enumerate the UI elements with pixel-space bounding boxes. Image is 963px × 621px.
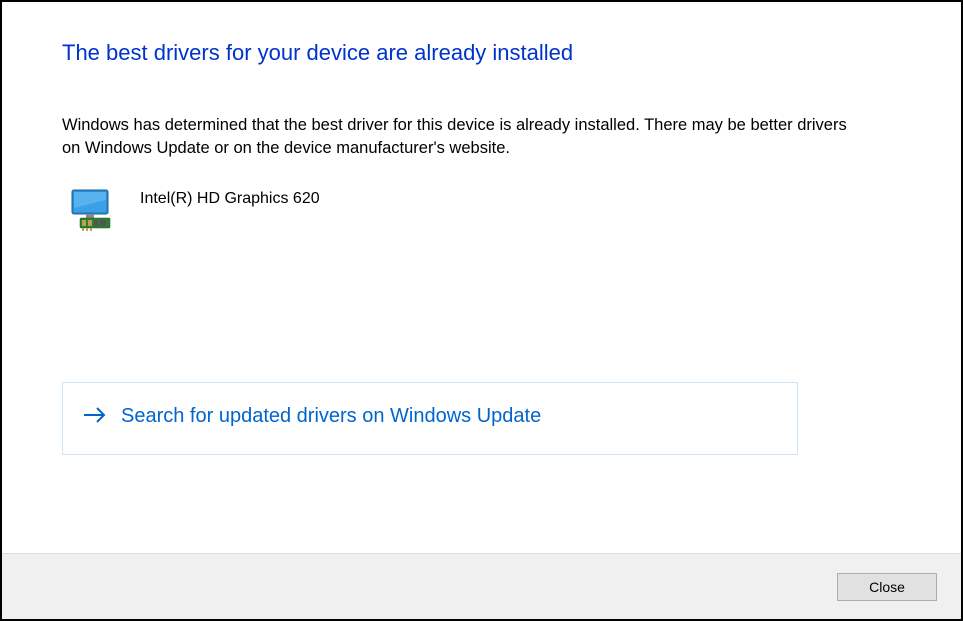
display-adapter-icon — [70, 188, 118, 232]
driver-update-dialog: The best drivers for your device are alr… — [0, 0, 963, 621]
device-row: Intel(R) HD Graphics 620 — [70, 188, 901, 232]
dialog-button-bar: Close — [2, 553, 961, 619]
action-label: Search for updated drivers on Windows Up… — [121, 405, 541, 428]
arrow-right-icon — [83, 406, 107, 428]
search-windows-update-link[interactable]: Search for updated drivers on Windows Up… — [62, 382, 798, 455]
dialog-heading: The best drivers for your device are alr… — [62, 40, 901, 66]
dialog-content: The best drivers for your device are alr… — [2, 2, 961, 553]
dialog-description: Windows has determined that the best dri… — [62, 114, 862, 160]
device-name: Intel(R) HD Graphics 620 — [140, 188, 320, 208]
close-button[interactable]: Close — [837, 573, 937, 601]
